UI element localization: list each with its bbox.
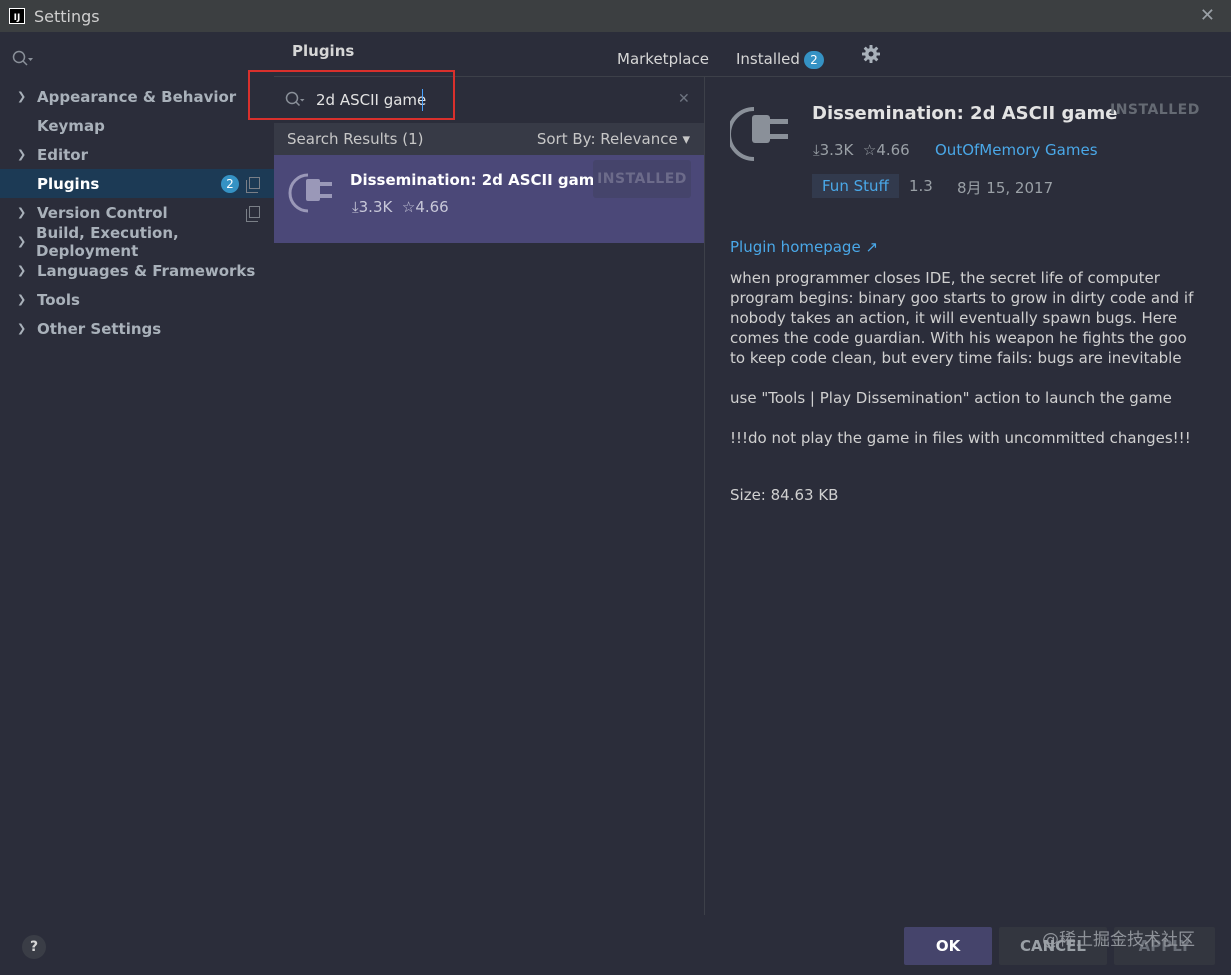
detail-installed-status: INSTALLED	[1110, 102, 1200, 118]
plugin-plug-icon	[730, 107, 788, 161]
tab-installed[interactable]: Installed 2	[736, 50, 824, 69]
sidebar-item-label: Languages & Frameworks	[37, 261, 256, 280]
chevron-right-icon: ❯	[17, 235, 27, 248]
rating: ☆4.66	[401, 198, 449, 216]
installed-count-badge: 2	[803, 51, 824, 69]
plugin-version: 1.3	[909, 177, 933, 195]
gear-icon[interactable]	[861, 44, 881, 64]
search-icon[interactable]	[12, 50, 34, 68]
search-results-count: Search Results (1)	[287, 130, 424, 148]
sidebar-item-label: Tools	[37, 290, 80, 309]
download-count: ⤓3.3K	[352, 198, 393, 216]
sidebar-item-other-settings[interactable]: ❯ Other Settings	[0, 314, 274, 343]
project-settings-icon	[246, 177, 260, 193]
sidebar-item-appearance-behavior[interactable]: ❯ Appearance & Behavior	[0, 82, 274, 111]
plugin-size: Size: 84.63 KB	[730, 486, 839, 504]
installed-status-button: INSTALLED	[593, 160, 691, 198]
tab-installed-label: Installed	[736, 50, 800, 68]
sidebar-item-label: Keymap	[37, 116, 105, 135]
chevron-right-icon: ❯	[17, 293, 27, 306]
sidebar-item-label: Plugins	[37, 174, 100, 193]
plugin-homepage-link[interactable]: Plugin homepage ↗	[730, 238, 878, 256]
close-icon[interactable]: ✕	[1200, 5, 1215, 26]
sidebar-item-label: Appearance & Behavior	[37, 87, 237, 106]
clear-search-icon[interactable]: ✕	[678, 91, 690, 107]
detail-plugin-name: Dissemination: 2d ASCII game	[812, 103, 1118, 124]
sidebar-item-plugins[interactable]: Plugins 2	[0, 169, 274, 198]
plugin-stats: ⤓3.3K ☆4.66	[352, 198, 449, 216]
description-paragraph: when programmer closes IDE, the secret l…	[730, 269, 1194, 367]
description-paragraph: !!!do not play the game in files with un…	[730, 429, 1191, 447]
search-results-header: Search Results (1) Sort By: Relevance ▾	[274, 123, 704, 155]
category-tag[interactable]: Fun Stuff	[812, 174, 899, 198]
sidebar-item-label: Build, Execution, Deployment	[36, 223, 179, 260]
chevron-right-icon: ❯	[17, 148, 27, 161]
panel-divider	[704, 77, 705, 915]
settings-sidebar: ❯ Appearance & Behavior Keymap ❯ Editor …	[0, 32, 274, 912]
release-date: 8月 15, 2017	[957, 179, 1054, 197]
page-title: Plugins	[292, 42, 355, 60]
tab-marketplace[interactable]: Marketplace	[617, 50, 709, 68]
project-settings-icon	[246, 206, 260, 222]
sidebar-item-label: Other Settings	[37, 319, 162, 338]
sidebar-item-editor[interactable]: ❯ Editor	[0, 140, 274, 169]
sidebar-item-languages-frameworks[interactable]: ❯ Languages & Frameworks	[0, 256, 274, 285]
chevron-right-icon: ❯	[17, 90, 27, 103]
detail-stats: ⤓3.3K ☆4.66	[813, 141, 910, 159]
help-button[interactable]: ?	[22, 935, 46, 959]
chevron-right-icon: ❯	[17, 322, 27, 335]
watermark: @稀土掘金技术社区	[1042, 930, 1195, 950]
plugin-name: Dissemination: 2d ASCII game	[350, 171, 605, 189]
highlight-annotation-box	[248, 70, 455, 120]
ok-button[interactable]: OK	[904, 927, 992, 965]
updates-badge: 2	[221, 175, 239, 193]
chevron-right-icon: ❯	[17, 264, 27, 277]
window-title: Settings	[34, 6, 100, 26]
sidebar-item-keymap[interactable]: Keymap	[0, 111, 274, 140]
chevron-right-icon: ❯	[17, 206, 27, 219]
intellij-logo-icon: IJ	[9, 8, 25, 24]
vendor-link[interactable]: OutOfMemory Games	[935, 141, 1098, 159]
plugin-plug-icon	[288, 173, 332, 213]
download-count: ⤓3.3K	[813, 141, 854, 159]
title-bar: IJ Settings ✕	[0, 0, 1231, 32]
plugin-list-item[interactable]: Dissemination: 2d ASCII game ⤓3.3K ☆4.66…	[274, 155, 704, 243]
sort-by-dropdown[interactable]: Sort By: Relevance ▾	[537, 130, 690, 148]
description-paragraph: use "Tools | Play Dissemination" action …	[730, 389, 1172, 407]
sidebar-item-label: Editor	[37, 145, 88, 164]
sidebar-item-label: Version Control	[37, 203, 168, 222]
rating: ☆4.66	[862, 141, 910, 159]
sidebar-item-build-execution-deployment[interactable]: ❯ Build, Execution, Deployment	[0, 224, 274, 260]
sidebar-item-tools[interactable]: ❯ Tools	[0, 285, 274, 314]
plugin-description: when programmer closes IDE, the secret l…	[730, 268, 1205, 468]
